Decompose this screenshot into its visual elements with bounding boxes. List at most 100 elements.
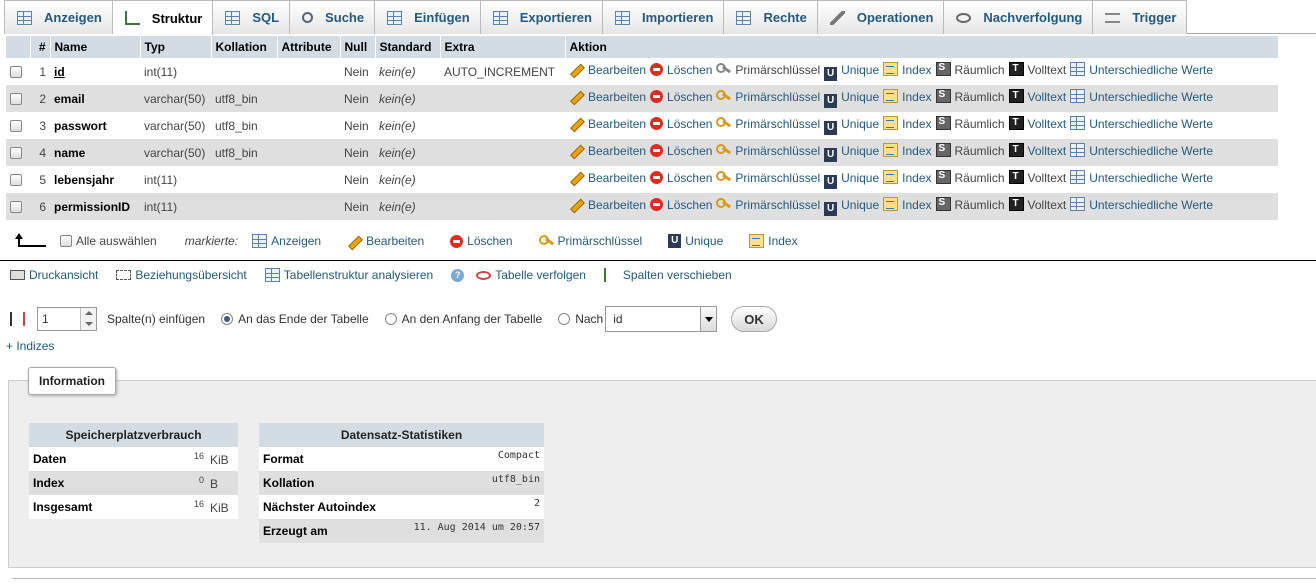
row-delete-action[interactable]: Löschen [650, 144, 712, 158]
column-count-value[interactable]: 1 [38, 308, 80, 330]
row-distinct-action[interactable]: Unterschiedliche Werte [1070, 89, 1213, 104]
row-delete-action[interactable]: Löschen [650, 90, 712, 104]
row-unique-action[interactable]: U Unique [824, 144, 879, 162]
tab-rechte[interactable]: Rechte [724, 0, 818, 34]
privileges-icon [736, 10, 752, 25]
row-edit-action[interactable]: Bearbeiten [569, 62, 646, 77]
position-after-radio[interactable] [558, 313, 571, 325]
chevron-down-icon[interactable] [700, 307, 717, 331]
row-spatial-action[interactable]: Räumlich [935, 143, 1005, 158]
bulk-delete-button[interactable]: Löschen [450, 234, 513, 248]
row-spatial-action[interactable]: Räumlich [935, 170, 1005, 185]
row-index-action[interactable]: Index [883, 116, 932, 131]
row-distinct-action[interactable]: Unterschiedliche Werte [1070, 197, 1213, 212]
row-fulltext-action[interactable]: Volltext [1008, 116, 1066, 131]
select-all-label[interactable]: Alle auswählen [76, 234, 157, 248]
row-edit-action[interactable]: Bearbeiten [569, 116, 646, 131]
tab-operationen[interactable]: Operationen [817, 0, 945, 34]
row-unique-action[interactable]: U Unique [824, 171, 879, 189]
stat-row-label: Kollation [259, 471, 394, 495]
row-checkbox[interactable] [10, 173, 22, 186]
position-end-option[interactable]: An das Ende der Tabelle [221, 312, 369, 326]
row-primary-action[interactable]: Primärschlüssel [716, 89, 820, 104]
row-unique-action[interactable]: U Unique [824, 90, 879, 108]
move-columns-link[interactable]: Spalten verschieben [603, 268, 732, 282]
row-index-action[interactable]: Index [883, 89, 932, 104]
relation-view-link[interactable]: Beziehungsübersicht [116, 268, 247, 282]
tab-anzeigen[interactable]: Anzeigen [4, 0, 113, 34]
row-edit-action[interactable]: Bearbeiten [569, 170, 646, 185]
col-header-name[interactable]: Name [50, 36, 141, 58]
row-distinct-action[interactable]: Unterschiedliche Werte [1070, 143, 1213, 158]
tab-struktur[interactable]: Struktur [112, 0, 214, 35]
row-index-action[interactable]: Index [883, 197, 932, 212]
row-index-action[interactable]: Index [883, 170, 932, 185]
row-primary-action[interactable]: Primärschlüssel [716, 143, 820, 158]
ok-button[interactable]: OK [731, 306, 777, 332]
position-after-option[interactable]: Nach [558, 312, 603, 326]
track-table-link[interactable]: Tabelle verfolgen [476, 268, 586, 282]
bulk-index-button[interactable]: Index [749, 234, 798, 248]
bulk-unique-button[interactable]: U Unique [668, 234, 723, 248]
tab-sql[interactable]: SQL [213, 0, 291, 34]
row-checkbox[interactable] [10, 146, 22, 159]
stepper-down-button[interactable] [81, 319, 96, 330]
column-count-stepper[interactable]: 1 [37, 307, 97, 331]
row-spatial-action[interactable]: Räumlich [935, 197, 1005, 212]
row-distinct-action[interactable]: Unterschiedliche Werte [1070, 170, 1213, 185]
row-spatial-action[interactable]: Räumlich [935, 116, 1005, 131]
indexes-toggle-link[interactable]: + Indizes [6, 339, 54, 353]
row-fulltext-action[interactable]: Volltext [1008, 62, 1066, 77]
action-label: Primärschlüssel [735, 63, 821, 77]
row-unique-action[interactable]: U Unique [824, 117, 879, 135]
row-fulltext-action[interactable]: Volltext [1008, 197, 1066, 212]
help-icon[interactable]: ? [451, 268, 465, 282]
row-edit-action[interactable]: Bearbeiten [569, 89, 646, 104]
row-fulltext-action[interactable]: Volltext [1008, 170, 1066, 185]
bulk-browse-button[interactable]: Anzeigen [252, 234, 321, 248]
position-begin-radio[interactable] [384, 313, 397, 325]
row-unique-action[interactable]: U Unique [824, 198, 879, 216]
row-fulltext-action[interactable]: Volltext [1008, 143, 1066, 158]
row-primary-action[interactable]: Primärschlüssel [716, 116, 820, 131]
stepper-up-button[interactable] [81, 308, 96, 319]
row-distinct-action[interactable]: Unterschiedliche Werte [1070, 62, 1213, 77]
tab-trigger[interactable]: Trigger [1093, 0, 1188, 34]
position-end-radio[interactable] [221, 313, 234, 325]
row-delete-action[interactable]: Löschen [650, 171, 712, 185]
tab-einfuegen[interactable]: Einfügen [375, 0, 481, 34]
row-unique-action[interactable]: U Unique [824, 63, 879, 81]
row-spatial-action[interactable]: Räumlich [935, 89, 1005, 104]
print-view-link[interactable]: Druckansicht [10, 268, 98, 282]
field-default: kein(e) [375, 193, 440, 220]
tab-importieren[interactable]: Importieren [602, 0, 725, 34]
row-checkbox[interactable] [10, 200, 22, 213]
after-field-select[interactable]: id [605, 306, 718, 332]
row-delete-action[interactable]: Löschen [650, 117, 712, 131]
row-checkbox[interactable] [10, 119, 22, 132]
row-checkbox[interactable] [10, 65, 22, 78]
row-delete-action[interactable]: Löschen [650, 198, 712, 212]
action-label: Bearbeiten [588, 144, 647, 158]
position-begin-option[interactable]: An den Anfang der Tabelle [384, 312, 542, 326]
bulk-primary-button[interactable]: Primärschlüssel [538, 234, 642, 248]
row-index-action[interactable]: Index [883, 62, 932, 77]
analyze-structure-link[interactable]: Tabellenstruktur analysieren [264, 268, 433, 282]
row-primary-action[interactable]: Primärschlüssel [716, 62, 820, 77]
row-distinct-action[interactable]: Unterschiedliche Werte [1070, 116, 1213, 131]
row-checkbox[interactable] [10, 92, 22, 105]
row-edit-action[interactable]: Bearbeiten [569, 143, 646, 158]
row-primary-action[interactable]: Primärschlüssel [716, 197, 820, 212]
tab-suche[interactable]: Suche [290, 0, 376, 34]
row-delete-action[interactable]: Löschen [650, 63, 712, 77]
select-all-checkbox[interactable] [60, 235, 72, 247]
field-default: kein(e) [375, 112, 440, 139]
tab-exportieren[interactable]: Exportieren [480, 0, 603, 34]
row-primary-action[interactable]: Primärschlüssel [716, 170, 820, 185]
bulk-edit-button[interactable]: Bearbeiten [347, 234, 424, 248]
row-spatial-action[interactable]: Räumlich [935, 62, 1005, 77]
row-fulltext-action[interactable]: Volltext [1008, 89, 1066, 104]
row-edit-action[interactable]: Bearbeiten [569, 197, 646, 212]
tab-nachverfolgung[interactable]: Nachverfolgung [944, 0, 1094, 34]
row-index-action[interactable]: Index [883, 143, 932, 158]
